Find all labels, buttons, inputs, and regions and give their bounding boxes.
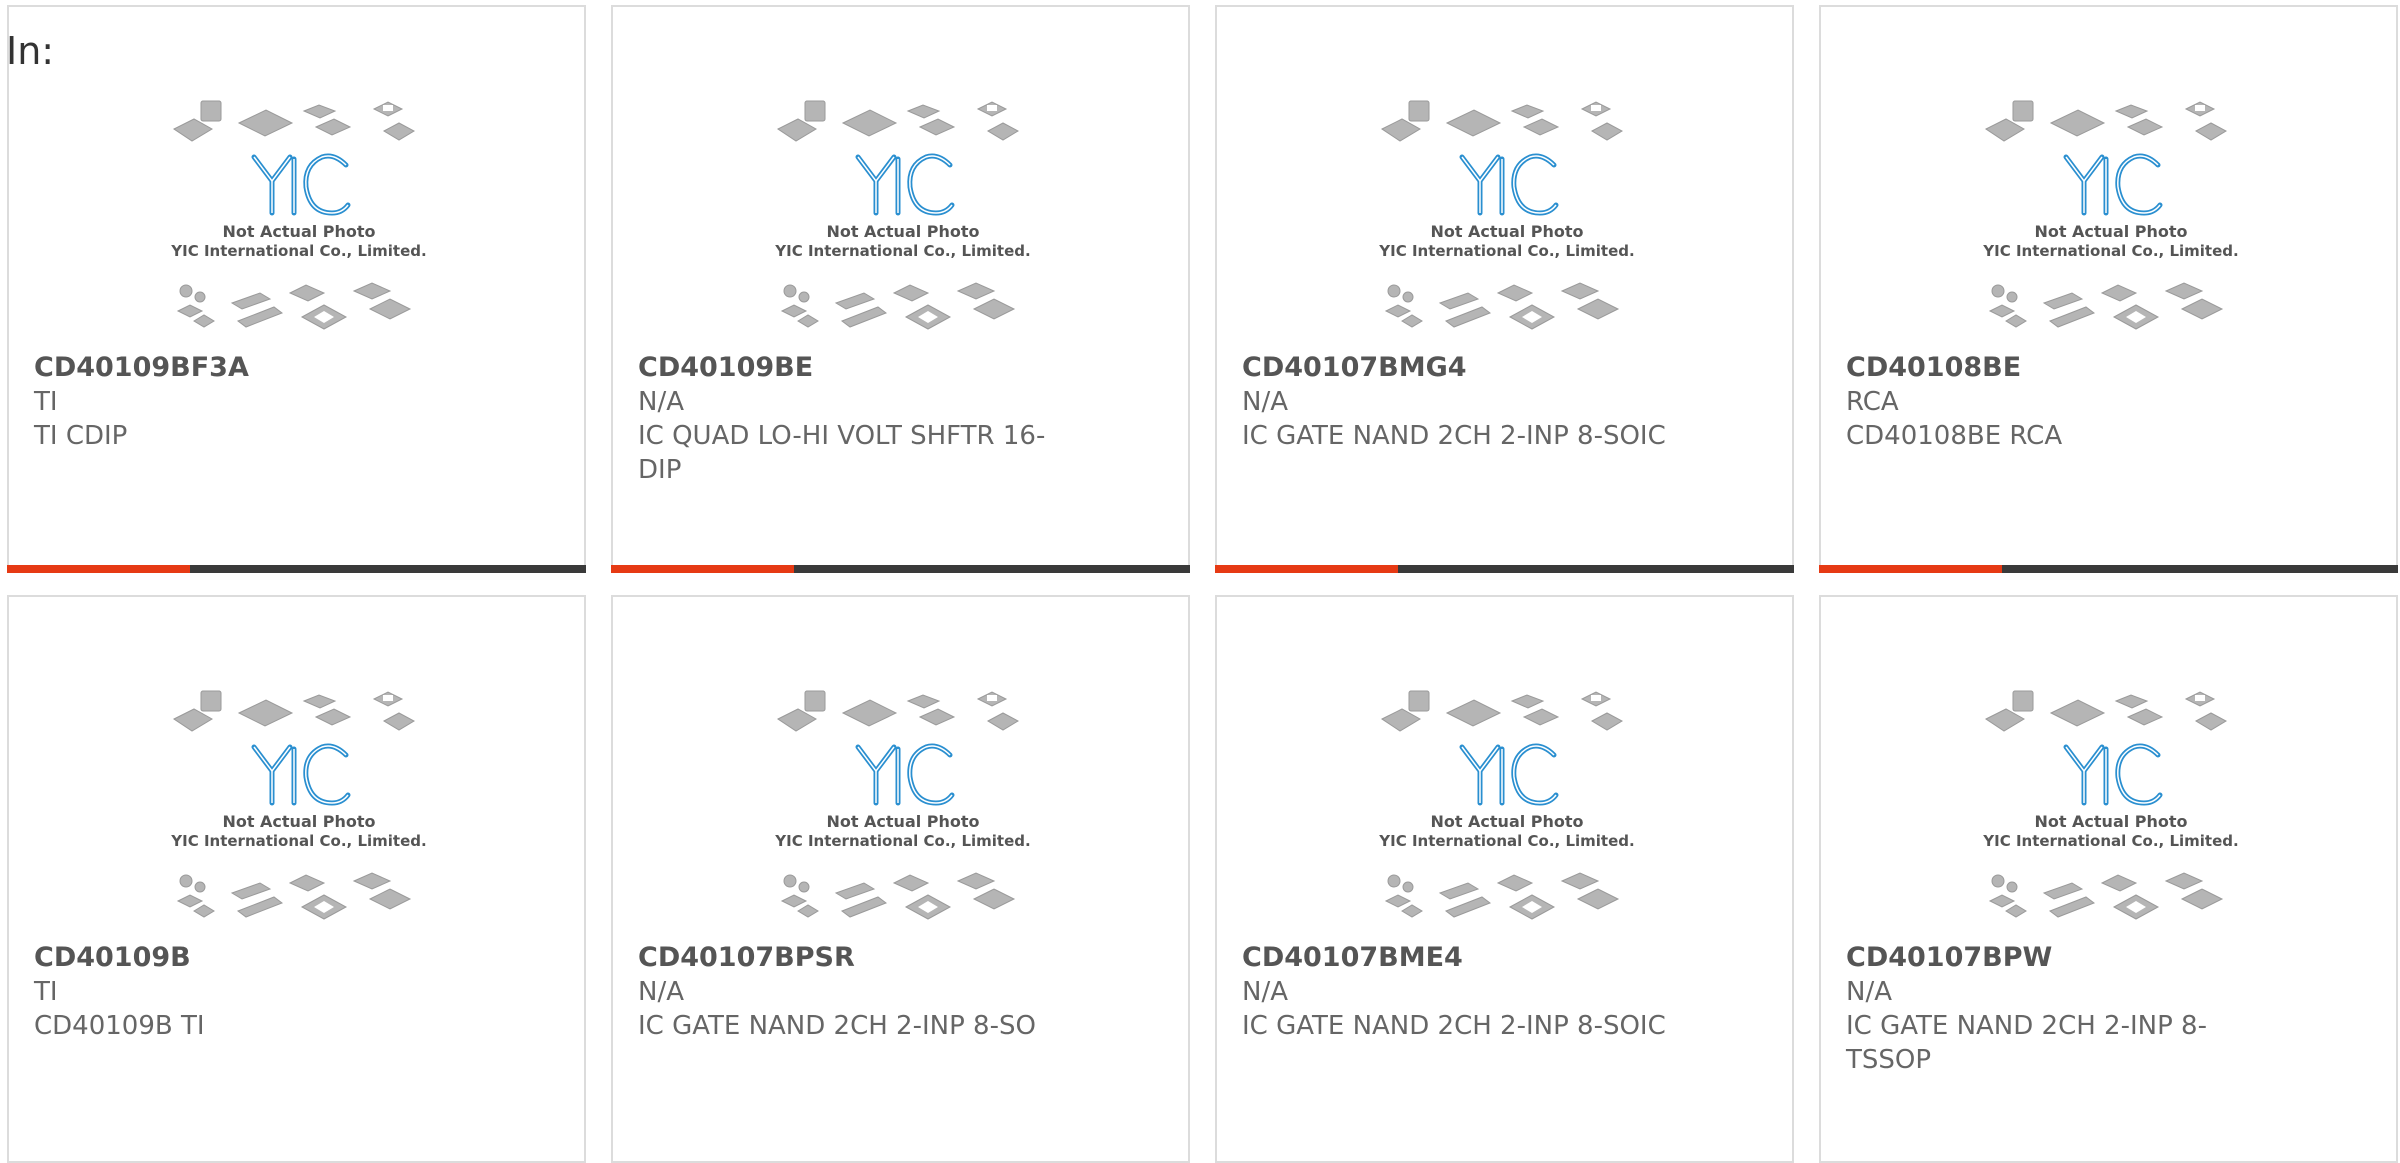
manufacturer: N/A xyxy=(638,387,684,417)
product-grid: Not Actual Photo YIC International Co., … xyxy=(7,5,2400,1163)
yic-logo-icon xyxy=(855,153,955,216)
description: IC GATE NAND 2CH 2-INP 8-SO xyxy=(638,1011,1036,1041)
product-card[interactable]: Not Actual Photo YIC International Co., … xyxy=(7,595,586,1163)
product-info: CD40109B TI CD40109B TI xyxy=(34,941,474,1043)
part-number[interactable]: CD40108BE xyxy=(1846,351,2286,385)
part-number[interactable]: CD40107BPW xyxy=(1846,941,2286,975)
product-info: CD40108BE RCA CD40108BE RCA xyxy=(1846,351,2286,453)
card-footer-accent xyxy=(611,565,794,573)
yic-logo-icon xyxy=(2063,743,2163,806)
yic-logo-icon xyxy=(2063,153,2163,216)
product-info: CD40109BF3A TI TI CDIP xyxy=(34,351,474,453)
card-footer-accent xyxy=(1819,565,2002,573)
svg-text:Not Actual Photo: Not Actual Photo xyxy=(826,812,979,831)
description: TI CDIP xyxy=(34,421,128,451)
part-number[interactable]: CD40107BPSR xyxy=(638,941,1078,975)
placeholder-image: Not Actual Photo YIC International Co., … xyxy=(774,100,1031,330)
placeholder-image: Not Actual Photo YIC International Co., … xyxy=(1378,100,1635,330)
yic-logo-icon xyxy=(251,153,351,216)
card-footer-accent xyxy=(1215,565,1398,573)
svg-text:Not Actual Photo: Not Actual Photo xyxy=(2034,812,2187,831)
card-footer-accent xyxy=(7,565,190,573)
description: CD40108BE RCA xyxy=(1846,421,2063,451)
svg-text:Not Actual Photo: Not Actual Photo xyxy=(222,812,375,831)
card-footer-bar xyxy=(7,565,586,573)
placeholder-image: Not Actual Photo YIC International Co., … xyxy=(1378,690,1635,920)
product-card[interactable]: Not Actual Photo YIC International Co., … xyxy=(1819,5,2398,573)
yic-logo-icon xyxy=(855,743,955,806)
description: IC QUAD LO-HI VOLT SHFTR 16-DIP xyxy=(638,421,1046,485)
product-info: CD40107BPSR N/A IC GATE NAND 2CH 2-INP 8… xyxy=(638,941,1078,1043)
card-footer-bar xyxy=(611,565,1190,573)
product-info: CD40109BE N/A IC QUAD LO-HI VOLT SHFTR 1… xyxy=(638,351,1078,487)
card-footer-bar xyxy=(1819,565,2398,573)
description: IC GATE NAND 2CH 2-INP 8-TSSOP xyxy=(1846,1011,2207,1075)
manufacturer: TI xyxy=(34,387,58,417)
manufacturer: N/A xyxy=(1242,387,1288,417)
yic-logo-icon xyxy=(251,743,351,806)
svg-text:YIC International Co., Limited: YIC International Co., Limited. xyxy=(1982,242,2238,260)
placeholder-image: Not Actual Photo YIC International Co., … xyxy=(170,690,427,920)
manufacturer: N/A xyxy=(638,977,684,1007)
placeholder-image: Not Actual Photo YIC International Co., … xyxy=(1982,690,2239,920)
svg-text:YIC International Co., Limited: YIC International Co., Limited. xyxy=(774,242,1030,260)
placeholder-image: Not Actual Photo YIC International Co., … xyxy=(774,690,1031,920)
product-card[interactable]: Not Actual Photo YIC International Co., … xyxy=(611,595,1190,1163)
svg-text:YIC International Co., Limited: YIC International Co., Limited. xyxy=(1378,242,1634,260)
svg-text:YIC International Co., Limited: YIC International Co., Limited. xyxy=(774,832,1030,850)
product-info: CD40107BPW N/A IC GATE NAND 2CH 2-INP 8-… xyxy=(1846,941,2286,1077)
svg-text:Not Actual Photo: Not Actual Photo xyxy=(826,222,979,241)
product-card[interactable]: Not Actual Photo YIC International Co., … xyxy=(7,5,586,573)
svg-text:YIC International Co., Limited: YIC International Co., Limited. xyxy=(1378,832,1634,850)
product-info: CD40107BME4 N/A IC GATE NAND 2CH 2-INP 8… xyxy=(1242,941,1682,1043)
filter-label: In: xyxy=(6,29,55,73)
description: IC GATE NAND 2CH 2-INP 8-SOIC xyxy=(1242,421,1666,451)
yic-logo-icon xyxy=(1459,743,1559,806)
yic-logo-icon xyxy=(1459,153,1559,216)
placeholder-image: Not Actual Photo YIC International Co., … xyxy=(170,100,427,330)
manufacturer: TI xyxy=(34,977,58,1007)
svg-text:Not Actual Photo: Not Actual Photo xyxy=(1430,812,1583,831)
svg-text:YIC International Co., Limited: YIC International Co., Limited. xyxy=(170,832,426,850)
svg-text:YIC International Co., Limited: YIC International Co., Limited. xyxy=(170,242,426,260)
svg-text:Not Actual Photo: Not Actual Photo xyxy=(222,222,375,241)
manufacturer: N/A xyxy=(1846,977,1892,1007)
part-number[interactable]: CD40109BF3A xyxy=(34,351,474,385)
product-info: CD40107BMG4 N/A IC GATE NAND 2CH 2-INP 8… xyxy=(1242,351,1682,453)
part-number[interactable]: CD40107BME4 xyxy=(1242,941,1682,975)
svg-text:Not Actual Photo: Not Actual Photo xyxy=(1430,222,1583,241)
description: CD40109B TI xyxy=(34,1011,205,1041)
product-card[interactable]: Not Actual Photo YIC International Co., … xyxy=(1819,595,2398,1163)
svg-text:Not Actual Photo: Not Actual Photo xyxy=(2034,222,2187,241)
placeholder-image: Not Actual Photo YIC International Co., … xyxy=(1982,100,2239,330)
description: IC GATE NAND 2CH 2-INP 8-SOIC xyxy=(1242,1011,1666,1041)
manufacturer: RCA xyxy=(1846,387,1899,417)
part-number[interactable]: CD40109B xyxy=(34,941,474,975)
product-card[interactable]: Not Actual Photo YIC International Co., … xyxy=(1215,595,1794,1163)
product-card[interactable]: Not Actual Photo YIC International Co., … xyxy=(1215,5,1794,573)
manufacturer: N/A xyxy=(1242,977,1288,1007)
card-footer-bar xyxy=(1215,565,1794,573)
product-card[interactable]: Not Actual Photo YIC International Co., … xyxy=(611,5,1190,573)
part-number[interactable]: CD40107BMG4 xyxy=(1242,351,1682,385)
svg-text:YIC International Co., Limited: YIC International Co., Limited. xyxy=(1982,832,2238,850)
part-number[interactable]: CD40109BE xyxy=(638,351,1078,385)
